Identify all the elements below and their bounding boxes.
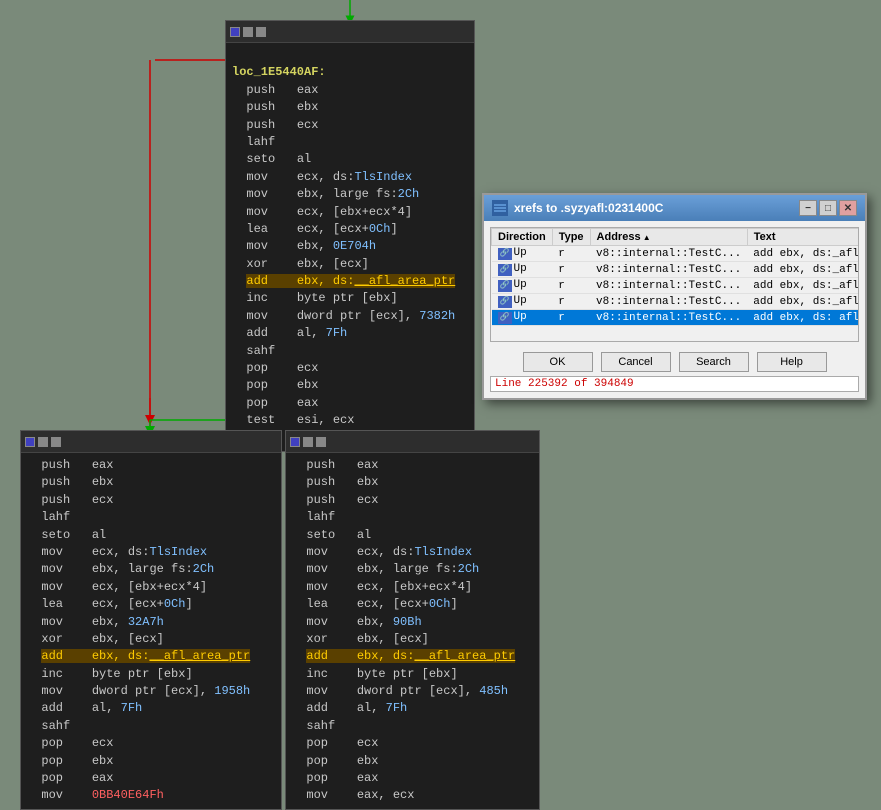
xref-icon: 🔗 (498, 312, 512, 324)
xref-type: r (552, 278, 590, 294)
xref-direction: 🔗Up (492, 310, 553, 326)
xref-icon: 🔗 (498, 264, 512, 276)
xref-direction: 🔗Up (492, 278, 553, 294)
bl-titlebar-icon2 (38, 437, 48, 447)
main-window-titlebar (226, 21, 474, 43)
bl-titlebar-icon3 (51, 437, 61, 447)
xref-type: r (552, 262, 590, 278)
xref-text: add ebx, ds: afl area ptr (747, 310, 859, 326)
main-code-window: loc_1E5440AF: push eax push ebx push ecx… (225, 20, 475, 452)
xref-type: r (552, 294, 590, 310)
maximize-button[interactable]: □ (819, 200, 837, 216)
col-type[interactable]: Type (552, 229, 590, 246)
titlebar-icon2 (243, 27, 253, 37)
xrefs-table: Direction Type Address Text 🔗Up r v8::in… (491, 228, 859, 326)
titlebar-icon3 (256, 27, 266, 37)
help-button[interactable]: Help (757, 352, 827, 372)
minimize-button[interactable]: − (799, 200, 817, 216)
titlebar-icon1 (230, 27, 240, 37)
xref-row[interactable]: 🔗Up r v8::internal::TestC... add ebx, ds… (492, 278, 860, 294)
ok-button[interactable]: OK (523, 352, 593, 372)
dialog-title-text: xrefs to .syzyafl:0231400C (514, 201, 663, 215)
xref-text: add ebx, ds:_afl_area_ptr (747, 294, 859, 310)
xref-type: r (552, 310, 590, 326)
bottom-left-code-window: push eax push ebx push ecx lahf seto al … (20, 430, 282, 810)
bl-code-content: push eax push ebx push ecx lahf seto al … (21, 453, 281, 809)
xref-row[interactable]: 🔗Up r v8::internal::TestC... add ebx, ds… (492, 294, 860, 310)
col-address[interactable]: Address (590, 229, 747, 246)
xref-direction: 🔗Up (492, 262, 553, 278)
xref-icon: 🔗 (498, 280, 512, 292)
code-label: loc_1E5440AF: (232, 65, 326, 79)
bl-window-titlebar (21, 431, 281, 453)
xref-type: r (552, 246, 590, 262)
main-code-content: loc_1E5440AF: push eax push ebx push ecx… (226, 43, 474, 451)
xref-text: add ebx, ds:_afl_area_ptr (747, 246, 859, 262)
dialog-body: Direction Type Address Text 🔗Up r v8::in… (484, 227, 865, 398)
xref-address: v8::internal::TestC... (590, 310, 747, 326)
xrefs-status-bar: Line 225392 of 394849 (490, 376, 859, 392)
br-titlebar-icon2 (303, 437, 313, 447)
col-direction[interactable]: Direction (492, 229, 553, 246)
br-titlebar-icon1 (290, 437, 300, 447)
xref-text: add ebx, ds:_afl_area_ptr (747, 262, 859, 278)
dialog-title-icon (492, 200, 508, 216)
br-titlebar-icon3 (316, 437, 326, 447)
xref-address: v8::internal::TestC... (590, 246, 747, 262)
xref-direction: 🔗Up (492, 246, 553, 262)
br-code-content: push eax push ebx push ecx lahf seto al … (286, 453, 539, 809)
br-window-titlebar (286, 431, 539, 453)
dialog-buttons: OK Cancel Search Help (490, 352, 859, 372)
xref-address: v8::internal::TestC... (590, 278, 747, 294)
close-button[interactable]: ✕ (839, 200, 857, 216)
xref-icon: 🔗 (498, 296, 512, 308)
dialog-title-left: xrefs to .syzyafl:0231400C (492, 200, 663, 216)
xrefs-dialog-titlebar[interactable]: xrefs to .syzyafl:0231400C − □ ✕ (484, 195, 865, 221)
xref-direction: 🔗Up (492, 294, 553, 310)
xrefs-table-scroll[interactable]: Direction Type Address Text 🔗Up r v8::in… (490, 227, 859, 342)
search-button[interactable]: Search (679, 352, 749, 372)
col-text[interactable]: Text (747, 229, 859, 246)
xref-text: add ebx, ds:_afl_area_ptr (747, 278, 859, 294)
dialog-footer: OK Cancel Search Help Line 225392 of 394… (484, 348, 865, 398)
xref-address: v8::internal::TestC... (590, 294, 747, 310)
bl-titlebar-icon1 (25, 437, 35, 447)
bottom-right-code-window: push eax push ebx push ecx lahf seto al … (285, 430, 540, 810)
xref-icon: 🔗 (498, 248, 512, 260)
xrefs-dialog: xrefs to .syzyafl:0231400C − □ ✕ Directi… (482, 193, 867, 400)
dialog-window-controls[interactable]: − □ ✕ (799, 200, 857, 216)
xref-row[interactable]: 🔗Up r v8::internal::TestC... add ebx, ds… (492, 246, 860, 262)
cancel-button[interactable]: Cancel (601, 352, 671, 372)
xref-row-selected[interactable]: 🔗Up r v8::internal::TestC... add ebx, ds… (492, 310, 860, 326)
xref-row[interactable]: 🔗Up r v8::internal::TestC... add ebx, ds… (492, 262, 860, 278)
xref-address: v8::internal::TestC... (590, 262, 747, 278)
